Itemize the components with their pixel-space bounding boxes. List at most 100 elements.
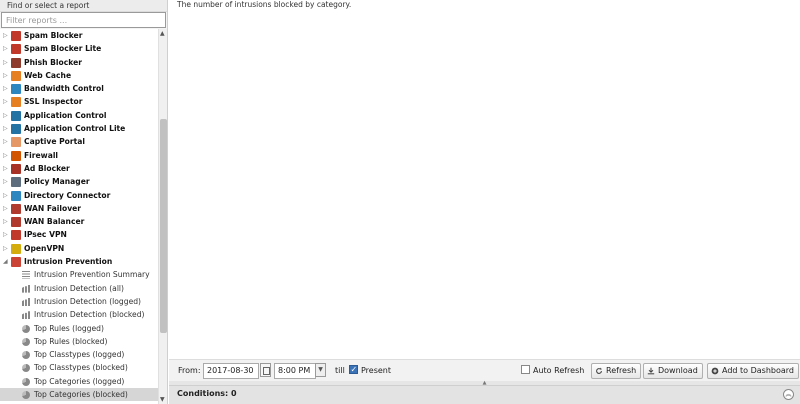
chart-area bbox=[169, 12, 800, 357]
add-to-dashboard-button[interactable]: Add to Dashboard bbox=[707, 363, 800, 379]
report-tree-app-label: Application Control bbox=[24, 110, 107, 120]
pie-chart-icon bbox=[22, 391, 30, 400]
download-icon bbox=[647, 367, 655, 375]
report-tree-item-label: Top Categories (logged) bbox=[34, 376, 125, 386]
report-tree-item-label: Intrusion Detection (blocked) bbox=[34, 310, 145, 320]
conditions-title: Conditions: 0 bbox=[177, 389, 237, 398]
firewall-icon bbox=[11, 150, 21, 161]
report-tree-item[interactable]: Top Categories (logged) bbox=[0, 375, 158, 388]
report-tree-app[interactable]: ▷ Web Cache bbox=[0, 69, 158, 82]
report-tree-app-label: SSL Inspector bbox=[24, 97, 83, 107]
report-tree-app[interactable]: ▷ Policy Manager bbox=[0, 175, 158, 188]
auto-refresh-checkbox[interactable] bbox=[521, 365, 530, 374]
expand-icon[interactable]: ▷ bbox=[3, 175, 9, 188]
report-tree-app[interactable]: ▷ Spam Blocker Lite bbox=[0, 42, 158, 55]
scroll-up-icon[interactable]: ▲ bbox=[160, 30, 165, 37]
report-tree-item-label: Intrusion Prevention Summary bbox=[34, 270, 150, 280]
report-tree-app[interactable]: ▷ Spam Blocker bbox=[0, 29, 158, 42]
expand-icon[interactable]: ▷ bbox=[3, 29, 9, 42]
scroll-down-icon[interactable]: ▼ bbox=[160, 396, 165, 403]
report-tree-app[interactable]: ▷ OpenVPN bbox=[0, 242, 158, 255]
report-tree-app-label: Policy Manager bbox=[24, 177, 90, 187]
expand-icon[interactable]: ▷ bbox=[3, 56, 9, 69]
report-tree-item[interactable]: Top Rules (logged) bbox=[0, 322, 158, 335]
from-label: From: bbox=[178, 366, 201, 375]
expand-icon[interactable]: ▷ bbox=[3, 82, 9, 95]
download-label: Download bbox=[658, 366, 698, 375]
report-tree-app[interactable]: ▷ Captive Portal bbox=[0, 135, 158, 148]
wan-failover-icon bbox=[11, 203, 21, 214]
scrollbar-thumb[interactable] bbox=[160, 119, 167, 333]
chevron-down-icon[interactable]: ▼ bbox=[315, 363, 326, 377]
refresh-label: Refresh bbox=[606, 366, 637, 375]
report-tree-app[interactable]: ◢ Intrusion Prevention bbox=[0, 255, 158, 268]
auto-refresh-label: Auto Refresh bbox=[533, 366, 585, 375]
add-icon bbox=[711, 367, 719, 375]
report-tree-item[interactable]: Intrusion Detection (all) bbox=[0, 282, 158, 295]
report-tree-item[interactable]: Intrusion Prevention Summary bbox=[0, 268, 158, 281]
collapse-icon[interactable]: ◢ bbox=[3, 255, 9, 268]
report-tree-app[interactable]: ▷ IPsec VPN bbox=[0, 228, 158, 241]
report-tree-app[interactable]: ▷ Directory Connector bbox=[0, 189, 158, 202]
expand-icon[interactable]: ▷ bbox=[3, 215, 9, 228]
report-tree-app[interactable]: ▷ Application Control bbox=[0, 109, 158, 122]
ssl-inspector-icon bbox=[11, 97, 21, 108]
auto-refresh-wrap[interactable]: Auto Refresh bbox=[521, 363, 584, 379]
conditions-panel[interactable]: Conditions: 0 ︽ bbox=[169, 385, 800, 404]
from-date-input[interactable]: 2017-08-30 bbox=[203, 363, 259, 379]
report-tree-item[interactable]: Top Classtypes (logged) bbox=[0, 348, 158, 361]
report-tree-item[interactable]: Top Rules (blocked) bbox=[0, 335, 158, 348]
sidebar-scrollbar[interactable]: ▲ ▼ bbox=[158, 29, 167, 404]
expand-icon[interactable]: ▷ bbox=[3, 242, 9, 255]
present-checkbox-wrap[interactable]: Present bbox=[349, 362, 391, 379]
report-tree-app[interactable]: ▷ Bandwidth Control bbox=[0, 82, 158, 95]
policy-manager-icon bbox=[11, 177, 21, 188]
ipsec-vpn-icon bbox=[11, 230, 21, 241]
expand-icon[interactable]: ▷ bbox=[3, 109, 9, 122]
expand-icon[interactable]: ▷ bbox=[3, 135, 9, 148]
bar-chart-icon bbox=[22, 284, 30, 293]
expand-icon[interactable]: ▷ bbox=[3, 122, 9, 135]
expand-icon[interactable]: ▷ bbox=[3, 189, 9, 202]
report-tree-item[interactable]: Intrusion Detection (blocked) bbox=[0, 308, 158, 321]
report-tree-app-label: IPsec VPN bbox=[24, 230, 67, 240]
report-tree-app[interactable]: ▷ Phish Blocker bbox=[0, 56, 158, 69]
download-button[interactable]: Download bbox=[643, 363, 703, 379]
report-tree-app[interactable]: ▷ SSL Inspector bbox=[0, 95, 158, 108]
present-checkbox[interactable] bbox=[349, 362, 358, 378]
from-time-input[interactable]: 8:00 PM bbox=[274, 363, 316, 379]
report-tree-item-label: Top Classtypes (logged) bbox=[34, 350, 125, 360]
report-tree-item[interactable]: Top Categories (blocked) bbox=[0, 388, 158, 402]
report-tree-app[interactable]: ▷ WAN Failover bbox=[0, 202, 158, 215]
application-control-lite-icon bbox=[11, 124, 21, 135]
report-tree-app[interactable]: ▷ Ad Blocker bbox=[0, 162, 158, 175]
captive-portal-icon bbox=[11, 137, 21, 148]
openvpn-icon bbox=[11, 243, 21, 254]
refresh-button[interactable]: Refresh bbox=[591, 363, 642, 379]
pie-chart-icon bbox=[22, 364, 30, 373]
expand-icon[interactable]: ▷ bbox=[3, 162, 9, 175]
report-tree-app[interactable]: ▷ Application Control Lite bbox=[0, 122, 158, 135]
filter-reports-input[interactable] bbox=[1, 12, 166, 28]
report-tree-app[interactable]: ▷ Firewall bbox=[0, 149, 158, 162]
report-tree-item-label: Intrusion Detection (logged) bbox=[34, 296, 142, 306]
expand-icon[interactable]: ︽ bbox=[783, 389, 794, 400]
report-tree-app-label: WAN Failover bbox=[24, 203, 82, 213]
report-tree-app-label: WAN Balancer bbox=[24, 217, 85, 227]
report-tree-item[interactable]: Intrusion Detection (logged) bbox=[0, 295, 158, 308]
expand-icon[interactable]: ▷ bbox=[3, 228, 9, 241]
expand-icon[interactable]: ▷ bbox=[3, 95, 9, 108]
expand-icon[interactable]: ▷ bbox=[3, 69, 9, 82]
report-tree-item-label: Intrusion Detection (all) bbox=[34, 283, 125, 293]
application-control-icon bbox=[11, 110, 21, 121]
report-tree-app-label: Spam Blocker Lite bbox=[24, 44, 102, 54]
bar-chart-icon bbox=[22, 311, 30, 320]
expand-icon[interactable]: ▷ bbox=[3, 42, 9, 55]
expand-icon[interactable]: ▷ bbox=[3, 149, 9, 162]
add-to-dashboard-label: Add to Dashboard bbox=[722, 366, 795, 375]
report-tree-app[interactable]: ▷ WAN Balancer bbox=[0, 215, 158, 228]
calendar-icon[interactable] bbox=[260, 363, 271, 377]
expand-icon[interactable]: ▷ bbox=[3, 202, 9, 215]
report-tree-item[interactable]: Top Classtypes (blocked) bbox=[0, 361, 158, 374]
report-tree-item-label: Top Rules (blocked) bbox=[34, 336, 108, 346]
